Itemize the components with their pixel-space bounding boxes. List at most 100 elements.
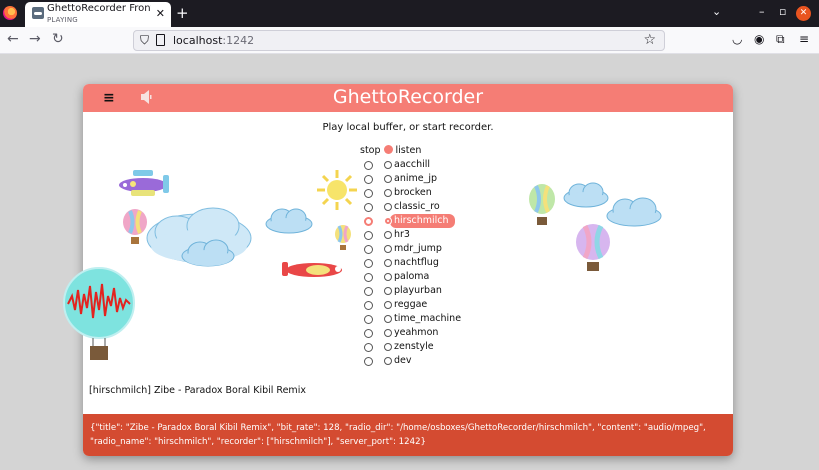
station-name[interactable]: hr3 (394, 229, 410, 240)
listen-radio-button[interactable] (384, 245, 392, 253)
record-radio-button[interactable] (364, 231, 373, 240)
record-radio-button[interactable] (364, 203, 373, 212)
cloud-icon (265, 208, 313, 234)
tab-favicon-icon (32, 7, 44, 19)
record-radio-button[interactable] (364, 329, 373, 338)
record-radio-button[interactable] (364, 189, 373, 198)
reload-icon[interactable]: ↻ (52, 31, 64, 47)
tab-close-icon[interactable]: ✕ (156, 7, 165, 20)
station-name[interactable]: zenstyle (394, 341, 434, 352)
station-name[interactable]: yeahmon (394, 327, 438, 338)
menu-icon[interactable]: ≡ (799, 32, 809, 46)
balloon-icon (529, 184, 555, 225)
station-row-zenstyle[interactable]: zenstyle (360, 341, 458, 355)
listen-radio-button[interactable] (384, 203, 392, 211)
station-row-playurban[interactable]: playurban (360, 285, 458, 299)
station-name[interactable]: time_machine (394, 313, 461, 324)
bookmark-star-icon[interactable]: ☆ (643, 32, 656, 48)
stream-info-line: {"title": "Zibe - Paradox Boral Kibil Re… (90, 423, 706, 433)
station-name[interactable]: hirschmilch (394, 215, 449, 226)
browser-tab[interactable]: GhettoRecorder Frontend PLAYING ✕ (25, 2, 171, 27)
listen-radio-button[interactable] (384, 273, 392, 281)
listen-radio-button[interactable] (384, 259, 392, 267)
station-row-classic_ro[interactable]: classic_ro (360, 201, 458, 215)
station-row-reggae[interactable]: reggae (360, 299, 458, 313)
record-radio-button[interactable] (364, 315, 373, 324)
listen-radio-button[interactable] (384, 343, 392, 351)
station-row-time_machine[interactable]: time_machine (360, 313, 461, 327)
station-name[interactable]: paloma (394, 271, 429, 282)
station-row-anime_jp[interactable]: anime_jp (360, 173, 458, 187)
listen-radio-button[interactable] (384, 357, 392, 365)
station-name[interactable]: anime_jp (394, 173, 437, 184)
station-name[interactable]: reggae (394, 299, 427, 310)
station-row-hirschmilch[interactable]: hirschmilch (360, 214, 458, 229)
listen-radio-button[interactable] (384, 189, 392, 197)
listen-radio-button[interactable] (384, 161, 392, 169)
record-radio-button[interactable] (364, 175, 373, 184)
now-playing-text: [hirschmilch] Zibe - Paradox Boral Kibil… (89, 385, 306, 396)
station-name[interactable]: aacchill (394, 159, 430, 170)
tab-playing-label: PLAYING (47, 16, 78, 24)
listen-radio-button[interactable] (384, 217, 392, 225)
balloon-icon (576, 224, 610, 271)
station-name[interactable]: mdr_jump (394, 243, 442, 254)
station-name[interactable]: dev (394, 355, 412, 366)
station-name[interactable]: nachtflug (394, 257, 439, 268)
station-row-nachtflug[interactable]: nachtflug (360, 257, 458, 271)
station-name[interactable]: classic_ro (394, 201, 440, 212)
tab-list-chevron-icon[interactable]: ⌄ (712, 5, 721, 18)
address-bar[interactable]: ⛉ localhost:1242 ☆ (133, 30, 665, 51)
record-radio-button[interactable] (364, 245, 373, 254)
red-plane-icon (282, 262, 342, 277)
url-text[interactable]: localhost:1242 (173, 34, 254, 47)
record-radio-button[interactable] (364, 343, 373, 352)
station-row-dev[interactable]: dev (360, 355, 458, 369)
app-title: GhettoRecorder (332, 86, 484, 108)
listen-radio-button[interactable] (384, 231, 392, 239)
station-row-brocken[interactable]: brocken (360, 187, 458, 201)
window-close-icon[interactable]: ✕ (796, 6, 811, 21)
listen-radio-button[interactable] (384, 287, 392, 295)
station-name[interactable]: brocken (394, 187, 432, 198)
station-row-hr3[interactable]: hr3 (360, 229, 458, 243)
account-icon[interactable]: ◉ (754, 32, 764, 46)
back-icon[interactable]: ← (7, 31, 19, 47)
station-row-yeahmon[interactable]: yeahmon (360, 327, 458, 341)
minimize-icon[interactable]: – (759, 5, 765, 18)
waveform-balloon-icon (63, 267, 135, 360)
browser-titlebar: GhettoRecorder Frontend PLAYING ✕ + ⌄ – … (0, 0, 819, 27)
cloud-icon (563, 182, 609, 208)
station-row-aacchill[interactable]: aacchill (360, 159, 458, 173)
listen-radio-button[interactable] (384, 329, 392, 337)
station-name[interactable]: playurban (394, 285, 442, 296)
station-row-mdr_jump[interactable]: mdr_jump (360, 243, 458, 257)
maximize-icon[interactable]: ▫ (779, 5, 786, 18)
new-tab-icon[interactable]: + (176, 4, 189, 22)
listen-radio-button[interactable] (384, 301, 392, 309)
tracking-shield-icon[interactable]: ⛉ (140, 33, 149, 48)
record-radio-button[interactable] (364, 259, 373, 268)
record-radio-button[interactable] (364, 357, 373, 366)
record-radio-button[interactable] (364, 217, 373, 226)
station-list-header: stop listen (360, 145, 421, 156)
page-subtitle: Play local buffer, or start recorder. (322, 122, 494, 133)
listen-radio-button[interactable] (384, 315, 392, 323)
record-radio-button[interactable] (364, 301, 373, 310)
firefox-logo-icon[interactable] (3, 6, 17, 20)
tab-title: GhettoRecorder Frontend (47, 3, 151, 14)
stop-column-label: stop (360, 145, 381, 156)
pocket-icon[interactable]: ◡ (732, 32, 742, 46)
cloud-icon (181, 239, 235, 267)
extensions-icon[interactable]: ⧉ (776, 32, 785, 47)
record-radio-button[interactable] (364, 273, 373, 282)
record-radio-button[interactable] (364, 161, 373, 170)
cloud-icon (606, 197, 662, 227)
page-info-icon[interactable] (156, 34, 165, 46)
station-row-paloma[interactable]: paloma (360, 271, 458, 285)
record-radio-button[interactable] (364, 287, 373, 296)
forward-icon[interactable]: → (29, 31, 41, 47)
purple-plane-icon (119, 170, 169, 196)
listen-speaker-icon (383, 145, 393, 154)
listen-radio-button[interactable] (384, 175, 392, 183)
